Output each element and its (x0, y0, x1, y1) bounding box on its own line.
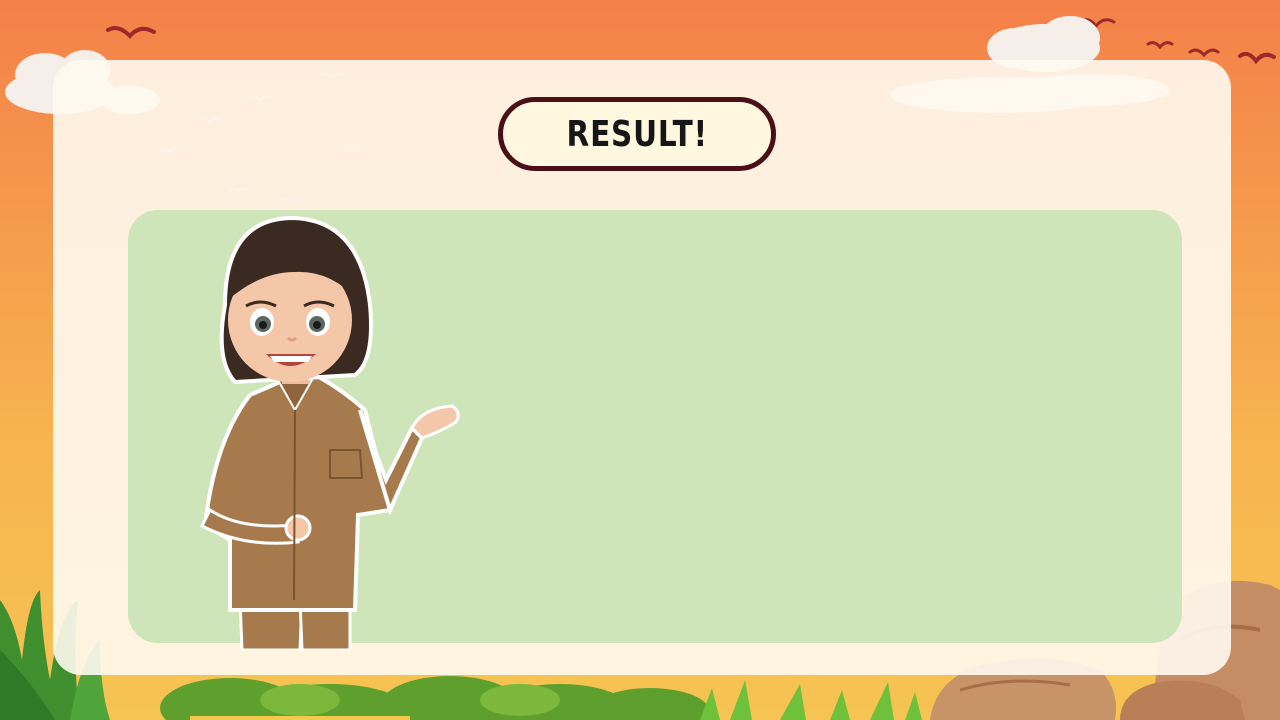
bush-icon (160, 676, 710, 720)
teacher-character-icon (199, 215, 460, 650)
page-title: RESULT! (566, 113, 708, 155)
bird-icon (1238, 51, 1276, 65)
bird-icon (1146, 41, 1174, 50)
bird-icon (106, 26, 156, 39)
ground-strip (190, 716, 410, 720)
bird-icon (1188, 48, 1220, 58)
result-title-badge: RESULT! (498, 97, 776, 171)
grass-icon (700, 680, 922, 720)
